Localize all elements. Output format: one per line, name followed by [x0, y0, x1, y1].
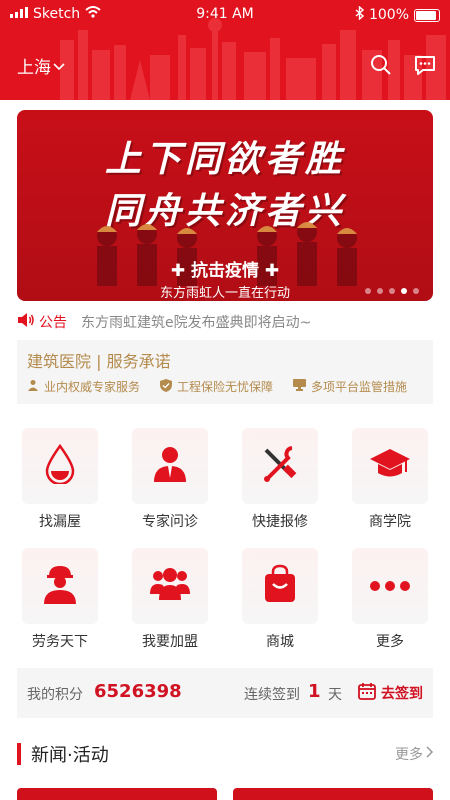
bluetooth-icon: [355, 5, 365, 24]
banner-tag-text: 抗击疫情: [191, 261, 259, 281]
chevron-down-icon: [53, 56, 65, 76]
worker-icon: [41, 564, 79, 608]
news-card-list: [17, 788, 433, 800]
status-bar: Sketch 9:41 AM 100%: [0, 0, 450, 30]
battery-percent: 100%: [368, 7, 409, 23]
streak-days: 1: [308, 681, 321, 702]
search-icon[interactable]: [370, 54, 392, 80]
grid-item-labor[interactable]: 劳务天下: [15, 548, 105, 651]
city-selector[interactable]: 上海: [17, 53, 65, 78]
streak-unit: 天: [328, 687, 342, 703]
carousel-dot[interactable]: [365, 288, 371, 294]
calendar-icon: [358, 682, 376, 704]
carousel-dot[interactable]: [413, 288, 419, 294]
speaker-icon: [17, 312, 35, 332]
grid-label: 专家问诊: [142, 514, 198, 530]
city-name: 上海: [17, 58, 51, 78]
points-value[interactable]: 6526398: [94, 681, 182, 702]
feature-label: 工程保险无忧保障: [177, 380, 274, 394]
grid-label: 更多: [376, 634, 404, 650]
carousel-dot[interactable]: [377, 288, 383, 294]
points-label: 我的积分: [27, 687, 83, 703]
section-accent-bar: [17, 743, 21, 765]
shopping-bag-icon: [262, 564, 298, 608]
more-icon: [369, 577, 411, 596]
grid-item-join[interactable]: 我要加盟: [125, 548, 215, 651]
message-icon[interactable]: [414, 54, 436, 80]
banner-tag: ✚ 抗击疫情 ✚: [17, 256, 433, 281]
feature-expert: 业内权威专家服务: [27, 378, 140, 395]
points-panel: 我的积分 6526398 连续签到 1 天 去签到: [17, 668, 433, 718]
tools-icon: [260, 444, 300, 488]
feature-label: 业内权威专家服务: [44, 380, 141, 394]
news-more-link[interactable]: 更多: [395, 744, 434, 764]
shield-icon: [160, 378, 173, 395]
feature-monitor: 多项平台监管措施: [293, 378, 407, 395]
announcement-label: 公告: [39, 315, 67, 331]
grid-item-academy[interactable]: 商学院: [345, 428, 435, 531]
app-header: Sketch 9:41 AM 100% 上海: [0, 0, 450, 100]
grid-label: 快捷报修: [252, 514, 308, 530]
grid-label: 找漏屋: [39, 514, 81, 530]
grid-label: 我要加盟: [142, 634, 198, 650]
grid-label: 商学院: [369, 514, 411, 530]
announcement-text[interactable]: 东方雨虹建筑e院发布盛典即将启动~: [81, 312, 311, 332]
expert-icon: [150, 444, 190, 488]
cross-icon: ✚: [264, 261, 280, 281]
cross-icon: ✚: [170, 261, 186, 281]
grid-item-repair[interactable]: 快捷报修: [235, 428, 325, 531]
grid-item-mall[interactable]: 商城: [235, 548, 325, 651]
hospital-title: 建筑医院 | 服务承诺: [27, 352, 171, 371]
feature-insurance: 工程保险无忧保障: [160, 378, 273, 395]
battery-icon: [414, 8, 440, 22]
news-card[interactable]: [233, 788, 433, 800]
more-label: 更多: [395, 747, 423, 763]
group-icon: [149, 566, 191, 606]
news-card[interactable]: [17, 788, 217, 800]
checkin-button[interactable]: 去签到: [358, 682, 423, 704]
grid-item-find-leak[interactable]: 找漏屋: [15, 428, 105, 531]
grid-label: 劳务天下: [32, 634, 88, 650]
grid-label: 商城: [266, 634, 294, 650]
news-section-title: 新闻·活动: [31, 745, 109, 766]
person-icon: [27, 379, 39, 394]
announcement-bar[interactable]: 公告 东方雨虹建筑e院发布盛典即将启动~: [17, 311, 433, 333]
promo-banner[interactable]: 上下同欲者胜 同舟共济者兴 ✚ 抗击疫情 ✚ 东方雨虹人一直在行动: [17, 110, 433, 301]
streak-label: 连续签到: [244, 687, 300, 703]
building-hospital-card[interactable]: 建筑医院 | 服务承诺 业内权威专家服务 工程保险无忧保障 多项平台监管措施: [17, 340, 433, 404]
grid-item-more[interactable]: 更多: [345, 548, 435, 651]
feature-label: 多项平台监管措施: [311, 380, 408, 394]
graduation-cap-icon: [369, 447, 411, 485]
carousel-dot[interactable]: [389, 288, 395, 294]
checkin-label: 去签到: [381, 686, 423, 702]
grid-item-expert[interactable]: 专家问诊: [125, 428, 215, 531]
carousel-dot-active[interactable]: [401, 288, 407, 294]
monitor-icon: [293, 379, 307, 394]
banner-title-line1: 上下同欲者胜: [104, 139, 345, 180]
carousel-indicator: [365, 288, 419, 294]
chevron-right-icon: [426, 746, 434, 762]
water-drop-icon: [43, 443, 77, 488]
